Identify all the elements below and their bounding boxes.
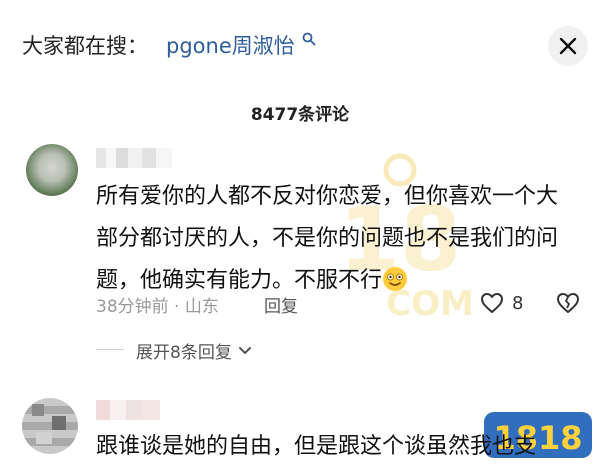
smiling-emoji-icon bbox=[383, 267, 408, 291]
username-blurred[interactable] bbox=[96, 400, 160, 420]
heart-outline-icon bbox=[481, 293, 503, 313]
comment-text: 所有爱你的人都不反对你恋爱，但你喜欢一个大 部分都讨厌的人，不是你的问题也不是我… bbox=[96, 176, 576, 302]
search-prefix: 大家都在搜： bbox=[22, 34, 148, 58]
chevron-down-icon bbox=[238, 346, 251, 354]
close-button[interactable] bbox=[548, 26, 588, 66]
avatar[interactable] bbox=[22, 398, 78, 454]
dislike-button[interactable] bbox=[556, 292, 580, 318]
comment-meta: 38分钟前 · 山东 bbox=[96, 292, 219, 317]
like-button[interactable]: 8 bbox=[480, 292, 523, 314]
like-count: 8 bbox=[512, 292, 524, 314]
expand-replies-button[interactable]: 展开8条回复 bbox=[136, 338, 252, 363]
search-suggestion-bar: 大家都在搜： pgone周淑怡 bbox=[0, 0, 600, 90]
comment-line: 部分都讨厌的人，不是你的问题也不是我们的问 bbox=[96, 226, 559, 251]
reply-button[interactable]: 回复 bbox=[264, 292, 298, 317]
username-blurred[interactable] bbox=[96, 148, 172, 168]
search-icon[interactable] bbox=[302, 32, 316, 46]
search-term-link[interactable]: pgone周淑怡 bbox=[166, 30, 295, 60]
comments-count: 8477条评论 bbox=[250, 105, 350, 125]
meta-separator: · bbox=[174, 297, 185, 317]
expand-replies-label: 展开8条回复 bbox=[136, 343, 232, 363]
comment-text: 跟谁谈是她的自由，但是跟这个谈虽然我也支 bbox=[96, 434, 537, 459]
close-icon bbox=[559, 37, 577, 55]
comment-location: 山东 bbox=[184, 297, 219, 317]
comment-line: 所有爱你的人都不反对你恋爱，但你喜欢一个大 bbox=[96, 184, 559, 209]
expand-divider bbox=[96, 349, 124, 350]
broken-heart-icon bbox=[557, 293, 579, 313]
comment-time: 38分钟前 bbox=[96, 297, 169, 317]
avatar[interactable] bbox=[26, 144, 78, 196]
